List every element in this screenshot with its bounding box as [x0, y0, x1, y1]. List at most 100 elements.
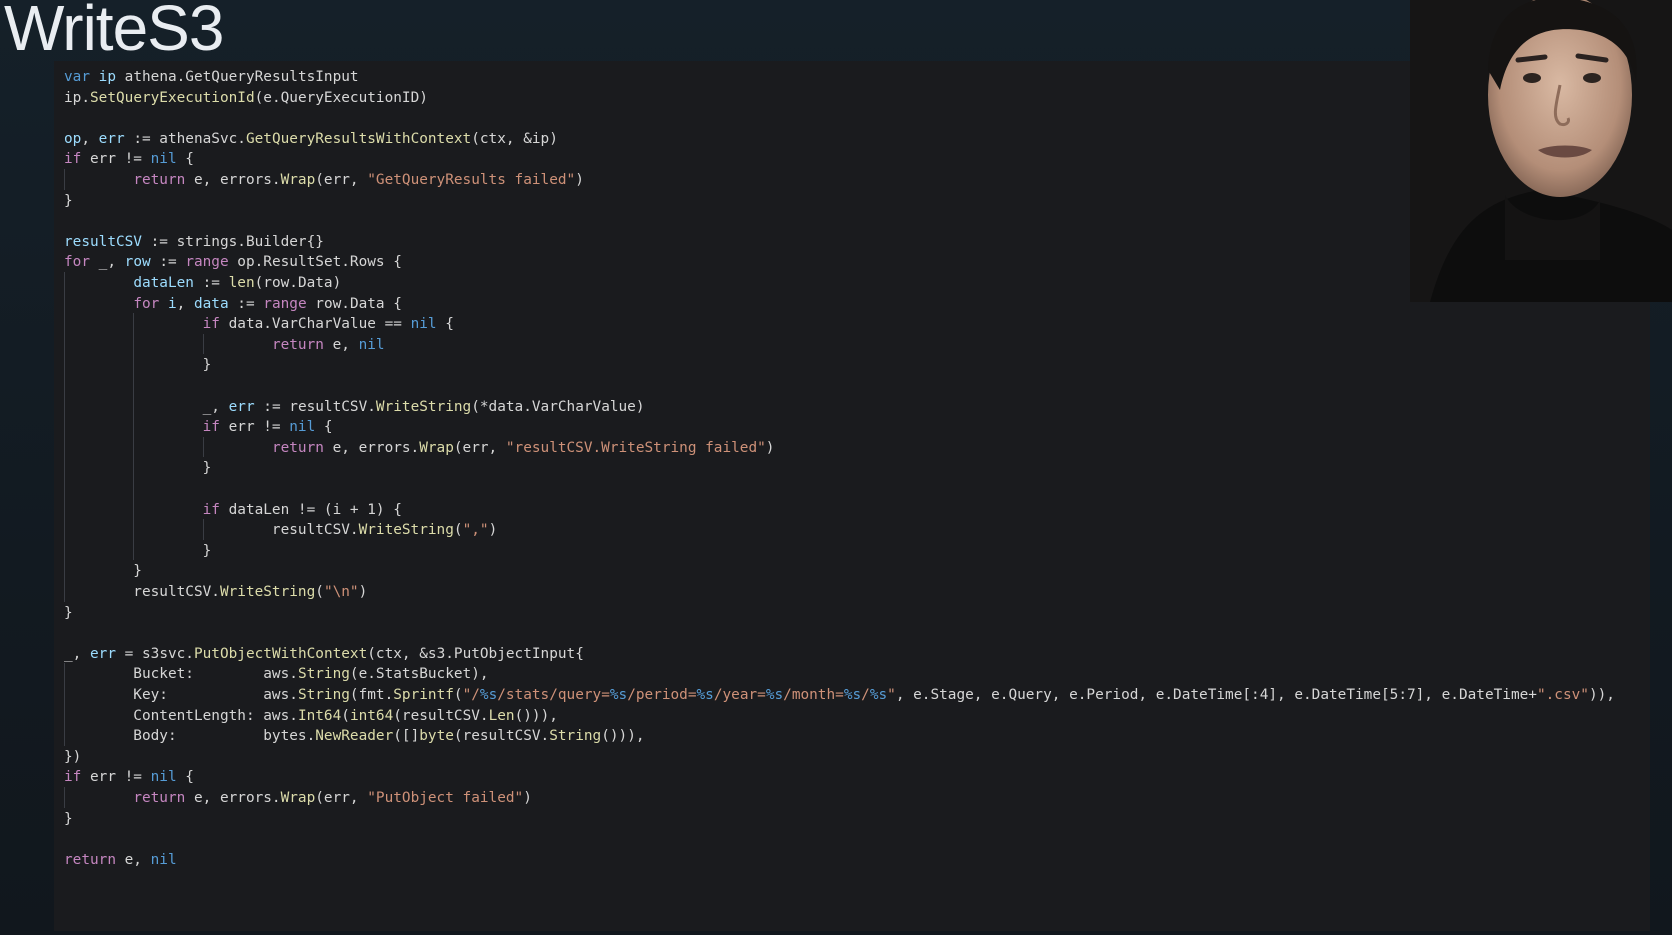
code-token: } [64, 810, 73, 827]
presenter-face-icon [1410, 0, 1672, 302]
code-token: err != [219, 419, 290, 436]
code-line: } [64, 190, 73, 212]
code-token: if [64, 151, 82, 168]
code-token: (err, [453, 439, 506, 456]
code-token: (ctx, &s3.PutObjectInput{ [367, 645, 584, 662]
code-token: dataLen [133, 275, 194, 291]
code-token: (resultCSV. [453, 728, 550, 745]
indent-guide [133, 313, 135, 561]
code-token: %s [609, 687, 628, 703]
code-token: , [176, 295, 194, 312]
code-token: WriteString [219, 584, 316, 600]
code-token: PutObjectWithContext [193, 645, 368, 662]
code-token: } [64, 563, 142, 580]
code-token: %s [696, 687, 714, 703]
code-token: row [124, 254, 151, 271]
code-line: return e, nil [64, 849, 177, 871]
code-line: return e, errors.Wrap(err, "PutObject fa… [64, 787, 532, 809]
indent-guide [202, 436, 204, 458]
code-token: , [81, 130, 99, 147]
code-token: String [297, 666, 350, 683]
code-line: var ip athena.GetQueryResultsInput [64, 66, 359, 88]
code-token: Len [488, 707, 515, 724]
code-line: ContentLength: aws.Int64(int64(resultCSV… [64, 705, 558, 727]
code-token: := [228, 295, 264, 312]
code-token: GetQueryResultsWithContext [245, 130, 472, 147]
code-token: Wrap [419, 439, 454, 456]
code-token: ())), [601, 728, 645, 745]
code-line: Body: bytes.NewReader([]byte(resultCSV.S… [64, 725, 645, 747]
code-line: return e, errors.Wrap(err, "GetQueryResu… [64, 169, 584, 191]
code-token: (ctx, &ip) [471, 130, 558, 147]
code-token: ( [315, 584, 324, 600]
code-token: { [176, 769, 194, 786]
code-line: op, err := athenaSvc.GetQueryResultsWith… [64, 128, 558, 150]
code-token: ( [453, 687, 463, 703]
code-token: if [202, 419, 220, 436]
code-token: } [64, 604, 73, 621]
indent-guide [64, 272, 65, 602]
code-token: athena.GetQueryResultsInput [116, 69, 359, 85]
code-token: SetQueryExecutionId [90, 89, 255, 106]
code-token: , e.Stage, e.Query, e.Period, e.DateTime… [895, 687, 1537, 703]
code-token: / [861, 687, 870, 703]
code-token: = s3svc. [116, 645, 194, 662]
code-token: }) [64, 748, 82, 765]
code-line: } [64, 540, 212, 562]
code-token: for [133, 295, 160, 312]
code-token: (e.QueryExecutionID) [254, 89, 428, 106]
code-line: resultCSV := strings.Builder{} [64, 231, 324, 253]
code-line: ip.SetQueryExecutionId(e.QueryExecutionI… [64, 87, 428, 109]
indent-guide [64, 787, 65, 808]
code-token: return [64, 851, 116, 868]
code-token: "resultCSV.WriteString failed" [505, 439, 766, 456]
code-token: if [64, 769, 82, 786]
code-token: if [202, 316, 220, 333]
code-token: (resultCSV. [393, 707, 489, 724]
code-token: ip. [64, 89, 90, 106]
code-token: Key: aws. [64, 687, 298, 703]
code-token: { [436, 316, 454, 333]
code-line: if err != nil { [64, 416, 333, 438]
code-token: err != [81, 769, 151, 786]
code-token: var [64, 69, 90, 85]
code-token: ())), [514, 707, 558, 724]
presenter-webcam [1410, 0, 1672, 302]
code-token: (e.StatsBucket), [349, 666, 489, 683]
code-line: } [64, 457, 212, 479]
code-token: err [98, 130, 125, 147]
code-line: } [64, 808, 73, 830]
code-token: { [315, 419, 333, 436]
code-line: for i, data := range row.Data { [64, 293, 402, 315]
indent-guide [64, 663, 65, 746]
code-line: dataLen := len(row.Data) [64, 272, 341, 294]
code-token: resultCSV [64, 233, 142, 250]
code-line: }) [64, 746, 81, 768]
code-token: ( [341, 707, 350, 724]
code-token: (err, [315, 790, 368, 806]
code-token: := athenaSvc. [124, 130, 246, 147]
indent-guide [202, 519, 204, 540]
code-token: nil [289, 419, 316, 436]
code-token: for [64, 254, 90, 271]
code-token: := strings.Builder{} [141, 233, 324, 250]
code-token: ) [358, 584, 368, 600]
code-line: if data.VarCharValue == nil { [64, 313, 454, 335]
code-token: Body: bytes. [64, 728, 316, 745]
code-line: } [64, 602, 73, 624]
code-token: e, [323, 336, 359, 353]
code-token: Bucket: aws. [64, 666, 298, 683]
code-token: ) [488, 522, 498, 539]
code-token: "\n" [323, 584, 359, 600]
code-token: WriteString [358, 522, 454, 539]
code-token: err != [81, 151, 151, 168]
code-token: return [271, 439, 324, 456]
code-token: ([] [393, 728, 420, 745]
code-token: e, errors. [323, 439, 420, 456]
code-token: int64 [349, 707, 394, 724]
